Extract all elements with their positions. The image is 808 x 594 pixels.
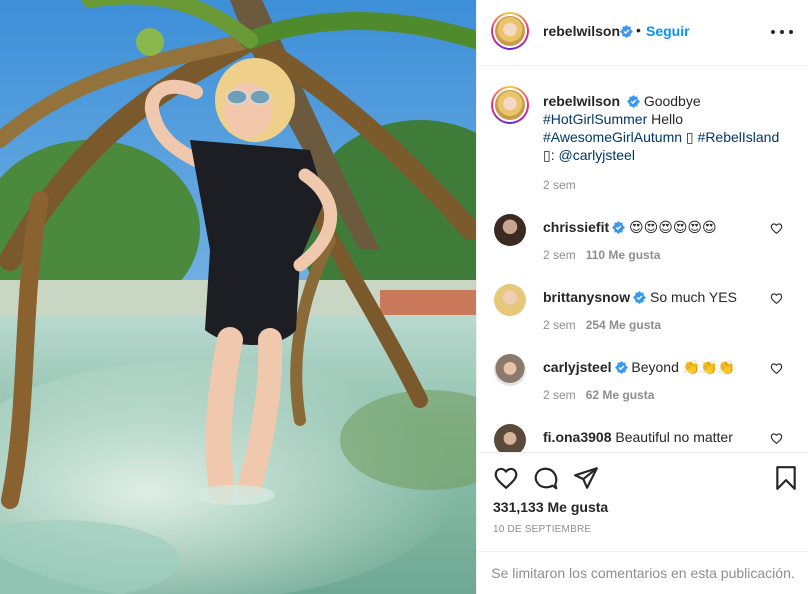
post-actions: 331,133 Me gusta 10 DE SEPTIEMBRE Se lim… [477, 452, 808, 594]
caption-time[interactable]: 2 sem [543, 178, 576, 192]
comment-time[interactable]: 2 sem [543, 248, 576, 262]
commenter-username[interactable]: chrissiefit [543, 219, 609, 235]
post-side-panel: rebelwilson • Seguir rebelwilson Goodbye… [476, 0, 808, 594]
heart-icon[interactable] [770, 432, 783, 445]
caption-word: Hello [651, 111, 684, 127]
commenter-avatar[interactable] [494, 354, 526, 386]
caption-avatar[interactable] [491, 86, 529, 124]
comment-text: 😍😍😍😍😍😍 [629, 219, 717, 235]
commenter-username[interactable]: fi.ona3908 [543, 429, 611, 445]
comment-icon[interactable] [533, 465, 559, 491]
mention-link[interactable]: @carlyjsteel [559, 147, 635, 163]
beach-photo-illustration [0, 0, 476, 594]
bookmark-icon[interactable] [773, 465, 799, 491]
comment-row: brittanysnow So much YES 2 sem 254 Me gus… [477, 284, 808, 354]
comments-list[interactable]: rebelwilson Goodbye #HotGirlSummer Hello… [477, 66, 808, 452]
caption-credit-prefix: : [550, 147, 555, 163]
comment-row: fi.ona3908 Beautiful no matter [477, 424, 808, 452]
hashtag-link[interactable]: #RebelIsland [698, 129, 780, 145]
likes-count[interactable]: 331,133 Me gusta [493, 499, 608, 515]
verified-badge-icon [614, 361, 628, 374]
commenter-avatar[interactable] [494, 424, 526, 452]
comment-likes[interactable]: 62 Me gusta [586, 388, 655, 402]
comment-text: Beyond 👏👏👏 [631, 359, 736, 375]
comment-row: carlyjsteel Beyond 👏👏👏 2 sem 62 Me gusta [477, 354, 808, 424]
commenter-username[interactable]: brittanysnow [543, 289, 630, 305]
heart-icon[interactable] [770, 292, 783, 305]
caption-emoji: ▯ [685, 129, 694, 145]
heart-icon[interactable] [770, 362, 783, 375]
heart-icon[interactable] [493, 465, 519, 491]
follow-button[interactable]: Seguir [646, 23, 690, 39]
more-options-icon[interactable] [769, 20, 795, 44]
verified-badge-icon [633, 291, 647, 304]
commenter-avatar[interactable] [494, 214, 526, 246]
header-separator: • [636, 22, 641, 38]
heart-icon[interactable] [770, 222, 783, 235]
comment-time[interactable]: 2 sem [543, 318, 576, 332]
post-photo[interactable] [0, 0, 476, 594]
author-username[interactable]: rebelwilson [543, 23, 620, 39]
post-date[interactable]: 10 DE SEPTIEMBRE [493, 524, 591, 535]
commenter-username[interactable]: carlyjsteel [543, 359, 612, 375]
hashtag-link[interactable]: #HotGirlSummer [543, 111, 647, 127]
post-caption: rebelwilson Goodbye #HotGirlSummer Hello… [543, 92, 797, 164]
verified-badge-icon [617, 23, 633, 39]
comment-row: chrissiefit 😍😍😍😍😍😍 2 sem 110 Me gusta [477, 214, 808, 284]
comment-time[interactable]: 2 sem [543, 388, 576, 402]
comment-likes[interactable]: 254 Me gusta [586, 318, 661, 332]
caption-username[interactable]: rebelwilson [543, 93, 620, 109]
comment-text: Beautiful no matter [615, 429, 733, 445]
comments-limited-notice: Se limitaron los comentarios en esta pub… [477, 551, 808, 594]
post-header: rebelwilson • Seguir [477, 0, 808, 66]
commenter-avatar[interactable] [494, 284, 526, 316]
hashtag-link[interactable]: #AwesomeGirlAutumn [543, 129, 682, 145]
share-icon[interactable] [573, 465, 599, 491]
author-avatar[interactable] [491, 12, 529, 50]
comment-text: So much YES [650, 289, 737, 305]
caption-emoji: ▯ [543, 147, 551, 163]
comment-likes[interactable]: 110 Me gusta [586, 248, 661, 262]
caption-word: Goodbye [643, 93, 701, 109]
verified-badge-icon [612, 221, 626, 234]
verified-badge-icon [626, 95, 640, 108]
